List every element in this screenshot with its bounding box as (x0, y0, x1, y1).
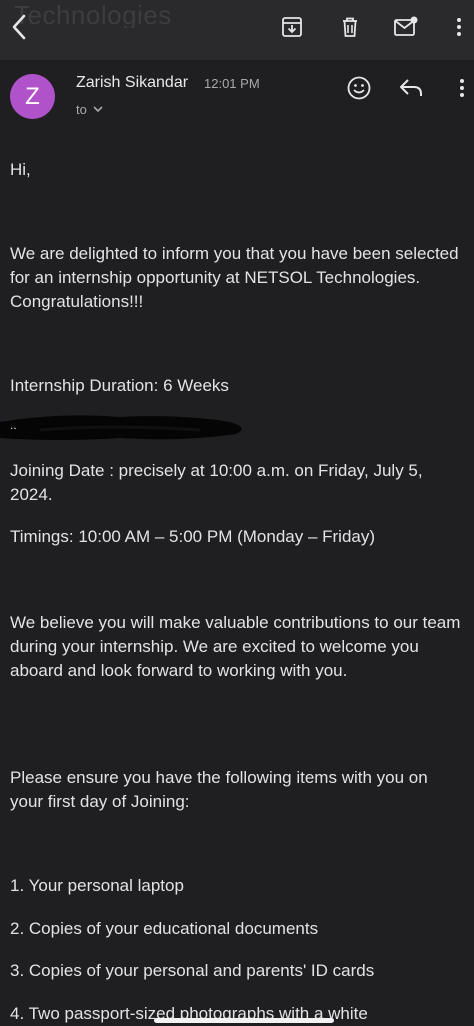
list-item: 2. Copies of your educational documents (10, 919, 319, 938)
more-icon[interactable] (446, 14, 472, 40)
sender-row: Z Zarish Sikandar 12:01 PM to (0, 60, 474, 130)
timings: Timings: 10:00 AM – 5:00 PM (Monday – Fr… (10, 527, 376, 546)
to-label: to (76, 102, 87, 117)
sender-time: 12:01 PM (204, 76, 260, 91)
email-greeting: Hi, (10, 160, 31, 179)
recipients-toggle[interactable]: to (76, 102, 103, 117)
email-ensure-paragraph: Please ensure you have the following ite… (10, 768, 428, 811)
trash-icon[interactable] (337, 14, 363, 40)
email-believe-paragraph: We believe you will make valuable contri… (10, 613, 461, 680)
list-item: 3. Copies of your personal and parents' … (10, 961, 375, 980)
list-item: 1. Your personal laptop (10, 876, 184, 895)
message-more-icon[interactable] (448, 74, 474, 102)
redacted-dots: .. (10, 418, 17, 432)
email-intro-paragraph: We are delighted to inform you that you … (10, 244, 459, 311)
home-indicator[interactable] (154, 1018, 334, 1023)
mark-unread-icon[interactable] (393, 14, 419, 40)
emoji-react-icon[interactable] (345, 74, 373, 102)
sender-name[interactable]: Zarish Sikandar (76, 74, 188, 92)
top-toolbar: Technologies (0, 0, 474, 60)
archive-icon[interactable] (279, 14, 305, 40)
joining-date: Joining Date : precisely at 10:00 a.m. o… (10, 461, 423, 504)
chevron-down-icon (93, 106, 103, 113)
internship-duration: Internship Duration: 6 Weeks (10, 376, 229, 395)
back-chevron-icon[interactable] (6, 12, 32, 42)
ghost-subject-title: Technologies (14, 0, 172, 28)
avatar[interactable]: Z (10, 74, 55, 119)
reply-icon[interactable] (397, 74, 425, 102)
